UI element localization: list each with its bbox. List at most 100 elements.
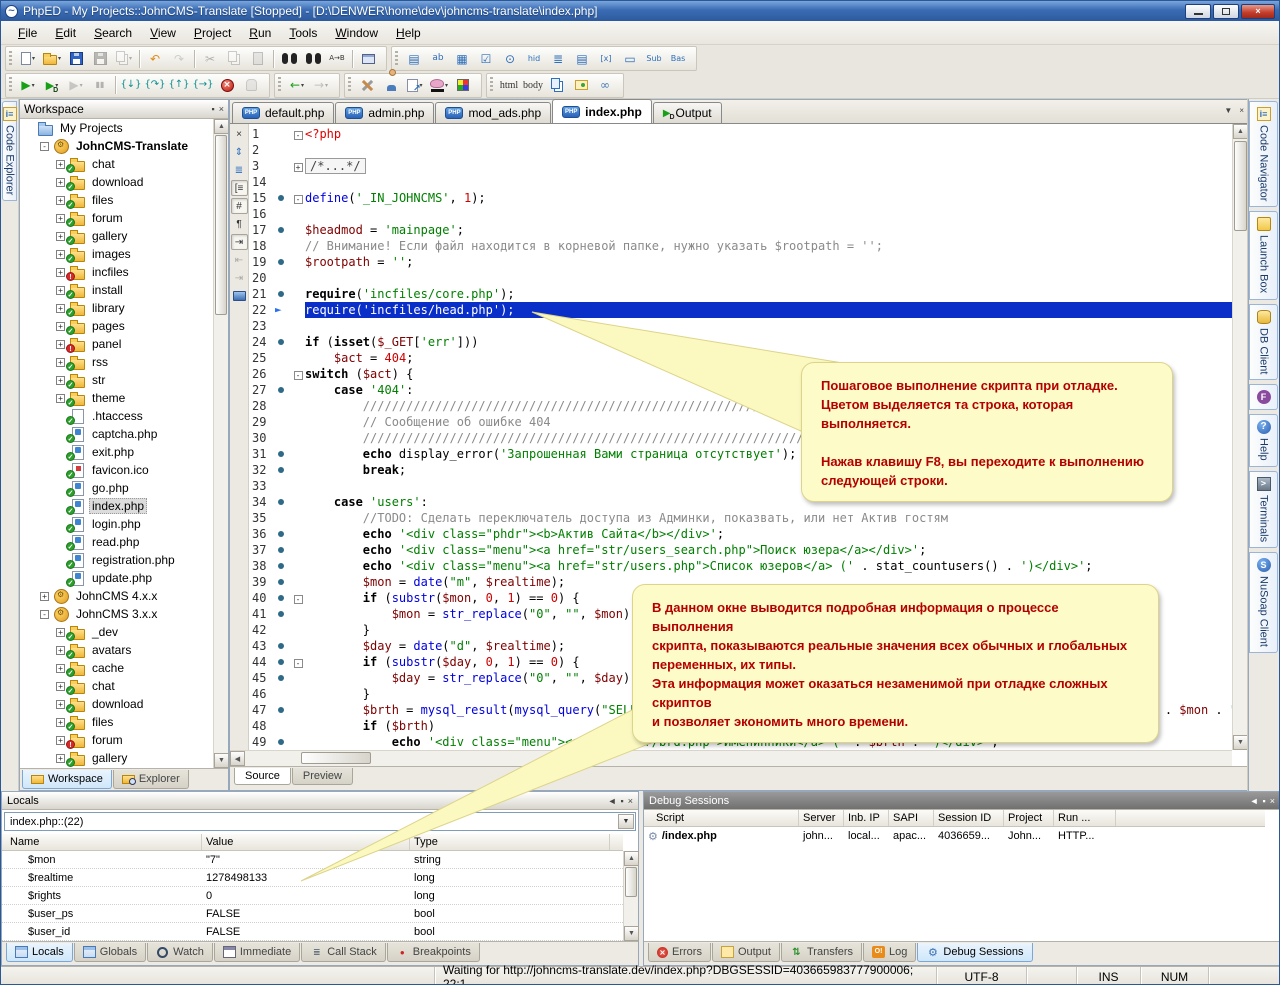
editor-vertical-scrollbar[interactable]: ▲ ▼ bbox=[1232, 124, 1248, 750]
tree-item-files[interactable]: +✓files bbox=[20, 713, 213, 731]
code-line-14[interactable]: 14 bbox=[249, 174, 1232, 190]
expand-icon[interactable]: + bbox=[56, 286, 65, 295]
scroll-down-icon[interactable]: ▼ bbox=[1233, 735, 1248, 750]
expand-icon[interactable]: + bbox=[40, 592, 49, 601]
editor-tab-default-php[interactable]: PHPdefault.php bbox=[232, 102, 334, 123]
memo-button[interactable]: ▤ bbox=[570, 48, 594, 69]
highlight-button[interactable]: ▾ bbox=[427, 75, 451, 96]
tab-code-explorer[interactable]: Code Explorer bbox=[2, 101, 17, 201]
code-line-41[interactable]: 41 $mon = str_replace("0", "", $mon); bbox=[249, 606, 1232, 622]
code-line-26[interactable]: 26-switch ($act) { bbox=[249, 366, 1232, 382]
code-line-43[interactable]: 43 $day = date("d", $realtime); bbox=[249, 638, 1232, 654]
menu-edit[interactable]: Edit bbox=[46, 23, 85, 43]
variable-row-user-ps[interactable]: $user_psFALSEbool bbox=[2, 905, 623, 923]
tree-item-update-php[interactable]: ✓update.php bbox=[20, 569, 213, 587]
back-button[interactable]: ←▾ bbox=[285, 75, 309, 96]
expand-icon[interactable]: + bbox=[56, 358, 65, 367]
close-panel-icon[interactable]: × bbox=[219, 104, 224, 114]
tab-db-client[interactable]: DB Client bbox=[1249, 304, 1278, 380]
tree-item-theme[interactable]: +✓theme bbox=[20, 389, 213, 407]
open-file-button[interactable]: ▾ bbox=[40, 48, 64, 69]
scrollbar-thumb[interactable] bbox=[215, 135, 227, 315]
find-button[interactable] bbox=[277, 48, 301, 69]
tree-item-pages[interactable]: +✓pages bbox=[20, 317, 213, 335]
restore-button[interactable] bbox=[1213, 4, 1239, 19]
tab-breakpoints[interactable]: Breakpoints bbox=[387, 943, 480, 962]
scrollbar-thumb[interactable] bbox=[301, 752, 371, 764]
tree-item-htaccess[interactable]: ✓.htaccess bbox=[20, 407, 213, 425]
scroll-left-icon[interactable]: ◀ bbox=[230, 751, 245, 766]
tab-immediate[interactable]: Immediate bbox=[214, 943, 300, 962]
column-header-session-id[interactable]: Session ID bbox=[934, 810, 1004, 826]
expand-icon[interactable]: + bbox=[56, 376, 65, 385]
fold-collapse-icon[interactable]: - bbox=[294, 595, 303, 604]
scroll-down-icon[interactable]: ▼ bbox=[624, 926, 639, 941]
close-button[interactable]: × bbox=[1241, 4, 1275, 19]
expand-icon[interactable]: + bbox=[56, 394, 65, 403]
code-line-49[interactable]: 49 echo '<div class="menu"><a href="str/… bbox=[249, 734, 1232, 750]
run-button[interactable]: ▶▾ bbox=[16, 75, 40, 96]
column-header-script[interactable]: Script bbox=[644, 810, 799, 826]
code-line-17[interactable]: 17$headmod = 'mainpage'; bbox=[249, 222, 1232, 238]
scrollbar-thumb[interactable] bbox=[625, 867, 637, 897]
tree-item-registration-php[interactable]: ✓registration.php bbox=[20, 551, 213, 569]
drag-handle[interactable] bbox=[395, 51, 398, 67]
split-editor-icon[interactable]: ⇕ bbox=[231, 144, 248, 160]
code-line-18[interactable]: 18// Внимание! Если файл находится в кор… bbox=[249, 238, 1232, 254]
publish-button[interactable]: ▾ bbox=[403, 75, 427, 96]
expand-icon[interactable]: + bbox=[56, 178, 65, 187]
tab-watch[interactable]: Watch bbox=[147, 943, 213, 962]
tab-debug-sessions[interactable]: Debug Sessions bbox=[917, 943, 1032, 962]
base-button[interactable]: Bas bbox=[666, 48, 690, 69]
tree-item-chat[interactable]: +✓chat bbox=[20, 155, 213, 173]
tab-source[interactable]: Source bbox=[234, 768, 291, 785]
code-line-44[interactable]: 44- if (substr($day, 0, 1) == 0) { bbox=[249, 654, 1232, 670]
code-line-23[interactable]: 23 bbox=[249, 318, 1232, 334]
expand-icon[interactable]: + bbox=[56, 304, 65, 313]
tab-transfers[interactable]: Transfers bbox=[781, 943, 862, 962]
menu-project[interactable]: Project bbox=[185, 23, 240, 43]
editor-tab-admin-php[interactable]: PHPadmin.php bbox=[335, 102, 434, 123]
bookmarks-icon[interactable]: ≣ bbox=[231, 162, 248, 178]
variable-row-mon[interactable]: $mon"7"string bbox=[2, 851, 623, 869]
tab-code-navigator[interactable]: Code Navigator bbox=[1249, 101, 1278, 207]
special-chars-icon[interactable]: ¶ bbox=[231, 216, 248, 232]
tree-item-rss[interactable]: +✓rss bbox=[20, 353, 213, 371]
variable-row-rights[interactable]: $rights0long bbox=[2, 887, 623, 905]
tree-item-exit-php[interactable]: ✓exit.php bbox=[20, 443, 213, 461]
expand-icon[interactable]: + bbox=[56, 628, 65, 637]
tab-locals[interactable]: Locals bbox=[6, 943, 73, 962]
drag-handle[interactable] bbox=[9, 51, 12, 67]
context-dropdown[interactable]: index.php::(22) ▼ bbox=[4, 812, 636, 831]
code-editor[interactable]: 1-<?php23+/*...*/1415-define('_IN_JOHNCM… bbox=[249, 124, 1232, 750]
tab-workspace[interactable]: Workspace bbox=[22, 770, 112, 789]
tree-item-library[interactable]: +✓library bbox=[20, 299, 213, 317]
locals-scrollbar[interactable]: ▲ ▼ bbox=[623, 851, 638, 941]
expand-icon[interactable]: + bbox=[56, 646, 65, 655]
menu-view[interactable]: View bbox=[141, 23, 185, 43]
replace-button[interactable]: A→B bbox=[325, 48, 349, 69]
code-line-48[interactable]: 48 if ($brth) bbox=[249, 718, 1232, 734]
variable-row-realtime[interactable]: $realtime1278498133long bbox=[2, 869, 623, 887]
tree-item-favicon-ico[interactable]: ✓favicon.ico bbox=[20, 461, 213, 479]
tab-list-icon[interactable]: ▼ bbox=[1224, 106, 1232, 115]
tree-item-forum[interactable]: +!forum bbox=[20, 731, 213, 749]
menu-help[interactable]: Help bbox=[387, 23, 430, 43]
code-line-33[interactable]: 33 bbox=[249, 478, 1232, 494]
tab-terminals[interactable]: Terminals bbox=[1249, 471, 1278, 548]
step-out-button[interactable]: {↑} bbox=[167, 75, 191, 96]
code-line-2[interactable]: 2 bbox=[249, 142, 1232, 158]
copy-html-button[interactable] bbox=[545, 75, 569, 96]
code-line-45[interactable]: 45 $day = str_replace("0", "", $day); bbox=[249, 670, 1232, 686]
code-line-30[interactable]: 30 /////////////////////////////////////… bbox=[249, 430, 1232, 446]
tree-item-my-projects[interactable]: My Projects bbox=[20, 119, 213, 137]
tab-errors[interactable]: Errors bbox=[648, 943, 711, 962]
fold-collapse-icon[interactable]: - bbox=[294, 371, 303, 380]
expand-icon[interactable]: + bbox=[56, 700, 65, 709]
column-header-name[interactable]: Name bbox=[2, 834, 202, 850]
code-line-16[interactable]: 16 bbox=[249, 206, 1232, 222]
menu-search[interactable]: Search bbox=[85, 23, 141, 43]
code-line-37[interactable]: 37 echo '<div class="menu"><a href="str/… bbox=[249, 542, 1232, 558]
tab-output[interactable]: Output bbox=[712, 943, 780, 962]
menu-run[interactable]: Run bbox=[240, 23, 280, 43]
